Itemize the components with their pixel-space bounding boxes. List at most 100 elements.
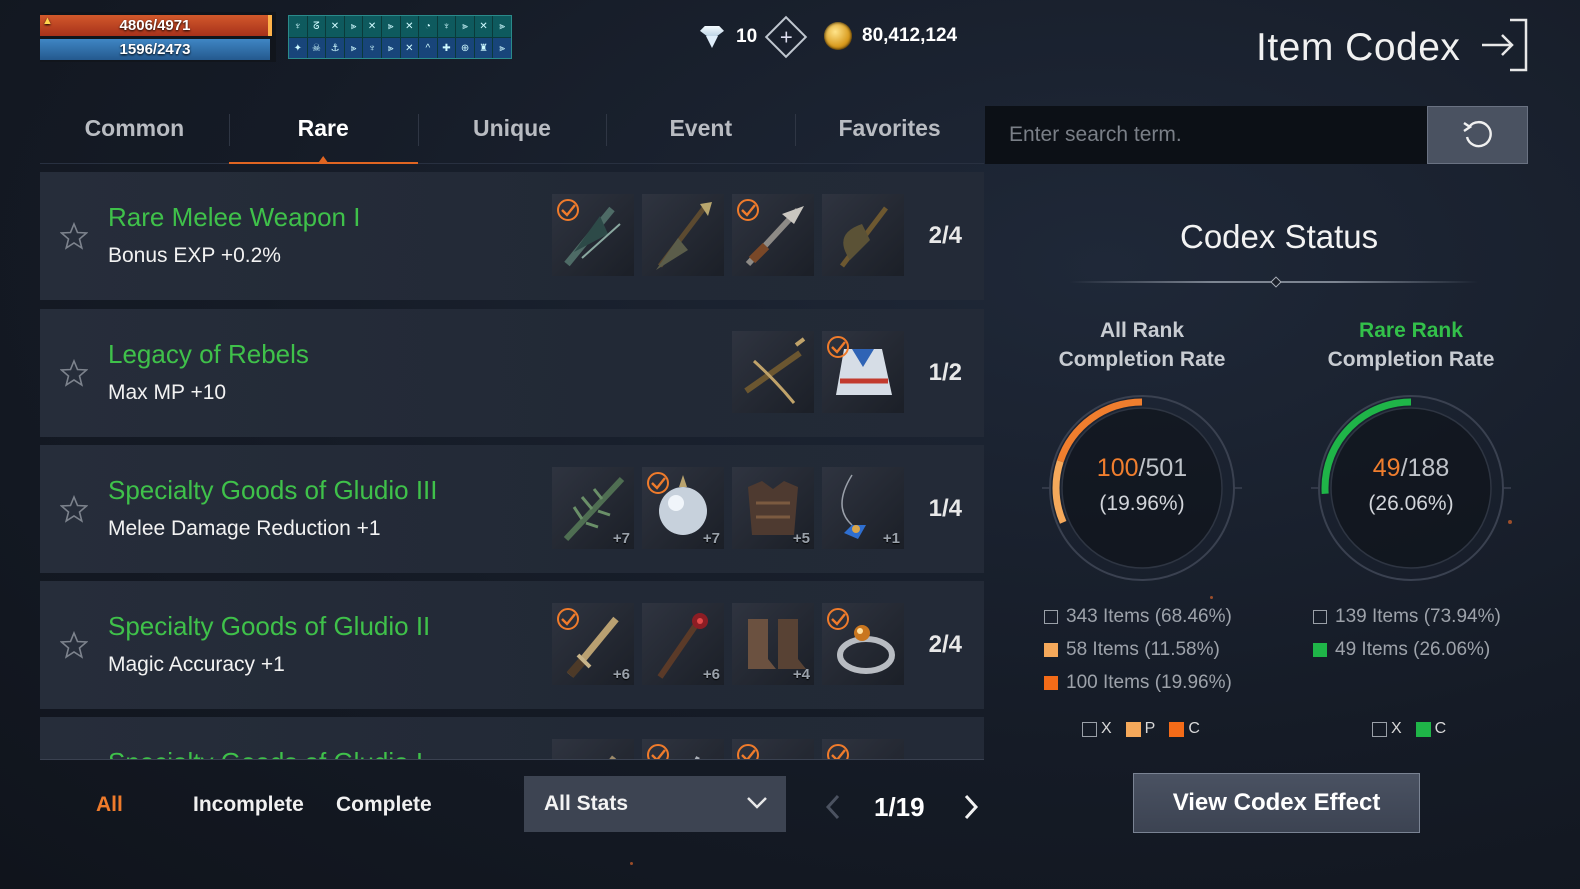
item-slot[interactable] — [552, 194, 634, 276]
chevron-down-icon — [747, 797, 767, 809]
item-slot[interactable] — [822, 194, 904, 276]
buff-icon: ✕ — [400, 16, 419, 37]
refresh-icon — [1462, 120, 1492, 148]
stat-filter-value: All Stats — [544, 792, 629, 815]
codex-entry[interactable]: Specialty Goods of Gludio I — [40, 717, 984, 759]
ember-particle — [630, 862, 633, 865]
stat-filter-dropdown[interactable]: All Stats — [524, 776, 786, 832]
item-slot[interactable] — [642, 194, 724, 276]
legend-label: C — [1188, 720, 1200, 737]
item-slot[interactable] — [732, 331, 814, 413]
codex-entry[interactable]: Rare Melee Weapon I Bonus EXP +0.2% 2/4 — [40, 172, 984, 300]
enchant-level: +4 — [792, 666, 810, 683]
stat-text: 139 Items (73.94%) — [1335, 606, 1501, 627]
stat-text: 49 Items (26.06%) — [1335, 639, 1491, 660]
codex-entry[interactable]: Specialty Goods of Gludio II Magic Accura… — [40, 581, 984, 709]
all-rank-ring: 100/501 (19.96%) — [1042, 388, 1242, 588]
tab-label: Event — [669, 115, 733, 141]
rare-rank-heading: Rare Rank Completion Rate — [1291, 316, 1531, 374]
enchant-level: +7 — [612, 530, 630, 547]
view-codex-effect-button[interactable]: View Codex Effect — [1133, 773, 1420, 833]
status-legend: XPC — [1082, 720, 1214, 738]
legend-swatch-icon — [1082, 721, 1097, 737]
buff-icon: ♜ — [474, 37, 493, 58]
legend-label: X — [1101, 720, 1112, 737]
favorite-star-icon[interactable] — [60, 222, 88, 250]
item-slot[interactable] — [822, 603, 904, 685]
item-slot[interactable] — [552, 739, 634, 759]
mp-value: 1596/2473 — [119, 41, 191, 58]
exit-icon[interactable] — [1480, 18, 1530, 72]
tab-rare[interactable]: Rare — [228, 100, 418, 164]
buff-icon: ✕ — [474, 16, 493, 37]
entry-bonus: Bonus EXP +0.2% — [108, 244, 281, 267]
enchant-level: +7 — [702, 530, 720, 547]
entry-bonus: Melee Damage Reduction +1 — [108, 517, 381, 540]
buff-icon: ☠ — [307, 37, 326, 58]
tab-favorites[interactable]: Favorites — [795, 100, 984, 163]
all-rank-percent: (19.96%) — [1099, 492, 1185, 515]
codex-entry[interactable]: Specialty Goods of Gludio III Melee Damag… — [40, 445, 984, 573]
item-slot[interactable] — [642, 739, 724, 759]
search-input[interactable] — [985, 106, 1427, 164]
rare-rank-completed: 49 — [1372, 454, 1401, 482]
tab-common[interactable]: Common — [40, 100, 229, 163]
tab-label: Favorites — [838, 115, 941, 141]
filter-incomplete[interactable]: Incomplete — [193, 793, 304, 817]
rare-rank-value: 49/188 — [1311, 454, 1511, 483]
item-slot[interactable] — [732, 194, 814, 276]
favorite-star-icon[interactable] — [60, 359, 88, 387]
buff-icon: ♆ — [363, 37, 381, 58]
buff-icon: ✦ — [289, 37, 307, 58]
check-icon — [827, 336, 849, 358]
buff-icon: ⫸ — [344, 37, 363, 58]
item-slot[interactable]: +1 — [822, 467, 904, 549]
item-slot[interactable] — [822, 739, 904, 759]
item-slot[interactable]: +6 — [642, 603, 724, 685]
all-rank-value: 100/501 — [1042, 454, 1242, 483]
legend-swatch-icon — [1372, 721, 1387, 737]
stat-line: 58 Items (11.58%) — [1044, 639, 1220, 661]
gold-coin-icon — [824, 22, 852, 50]
item-slot[interactable]: +7 — [642, 467, 724, 549]
rare-rank-total: /188 — [1400, 454, 1450, 482]
item-slot[interactable]: +6 — [552, 603, 634, 685]
hp-value: 4806/4971 — [119, 17, 191, 34]
add-diamond-button[interactable]: + — [764, 15, 808, 59]
buff-icon: ⫸ — [381, 16, 400, 37]
favorite-star-icon[interactable] — [60, 495, 88, 523]
gold-count: 80,412,124 — [862, 25, 958, 46]
filter-complete[interactable]: Complete — [336, 793, 432, 817]
legend-swatch-icon — [1169, 721, 1185, 737]
item-slot[interactable]: +7 — [552, 467, 634, 549]
diamond-icon — [698, 24, 726, 50]
prev-page-button[interactable] — [822, 792, 844, 822]
buff-icon: ^ — [419, 37, 437, 58]
buff-icon: ⫸ — [381, 37, 400, 58]
codex-entry[interactable]: Legacy of Rebels Max MP +10 1/2 — [40, 309, 984, 437]
tab-label: Unique — [473, 115, 551, 141]
entry-title: Specialty Goods of Gludio I — [108, 747, 423, 759]
stat-line: 139 Items (73.94%) — [1313, 606, 1501, 628]
item-slot[interactable]: +5 — [732, 467, 814, 549]
rare-rank-label: Rare Rank — [1359, 319, 1463, 342]
item-slot[interactable]: +4 — [732, 603, 814, 685]
next-page-button[interactable] — [960, 792, 982, 822]
all-rank-sublabel: Completion Rate — [1058, 348, 1226, 371]
buff-icon: ♆ — [437, 16, 456, 37]
enchant-level: +6 — [612, 666, 630, 683]
filter-all[interactable]: All — [96, 793, 123, 817]
refresh-button[interactable] — [1427, 106, 1528, 164]
mp-bar: 1596/2473 — [40, 39, 270, 60]
codex-status-title: Codex Status — [1180, 218, 1379, 255]
check-icon — [557, 199, 579, 221]
tab-unique[interactable]: Unique — [417, 100, 607, 163]
gold-currency: 80,412,124 — [824, 22, 957, 50]
buff-icon: ♆ — [289, 16, 307, 37]
item-slot[interactable] — [822, 331, 904, 413]
buff-icon: ✚ — [437, 37, 456, 58]
tab-event[interactable]: Event — [606, 100, 795, 163]
item-slot[interactable] — [732, 739, 814, 759]
codex-list[interactable]: Rare Melee Weapon I Bonus EXP +0.2% 2/4 Leg… — [40, 172, 984, 760]
favorite-star-icon[interactable] — [60, 631, 88, 659]
